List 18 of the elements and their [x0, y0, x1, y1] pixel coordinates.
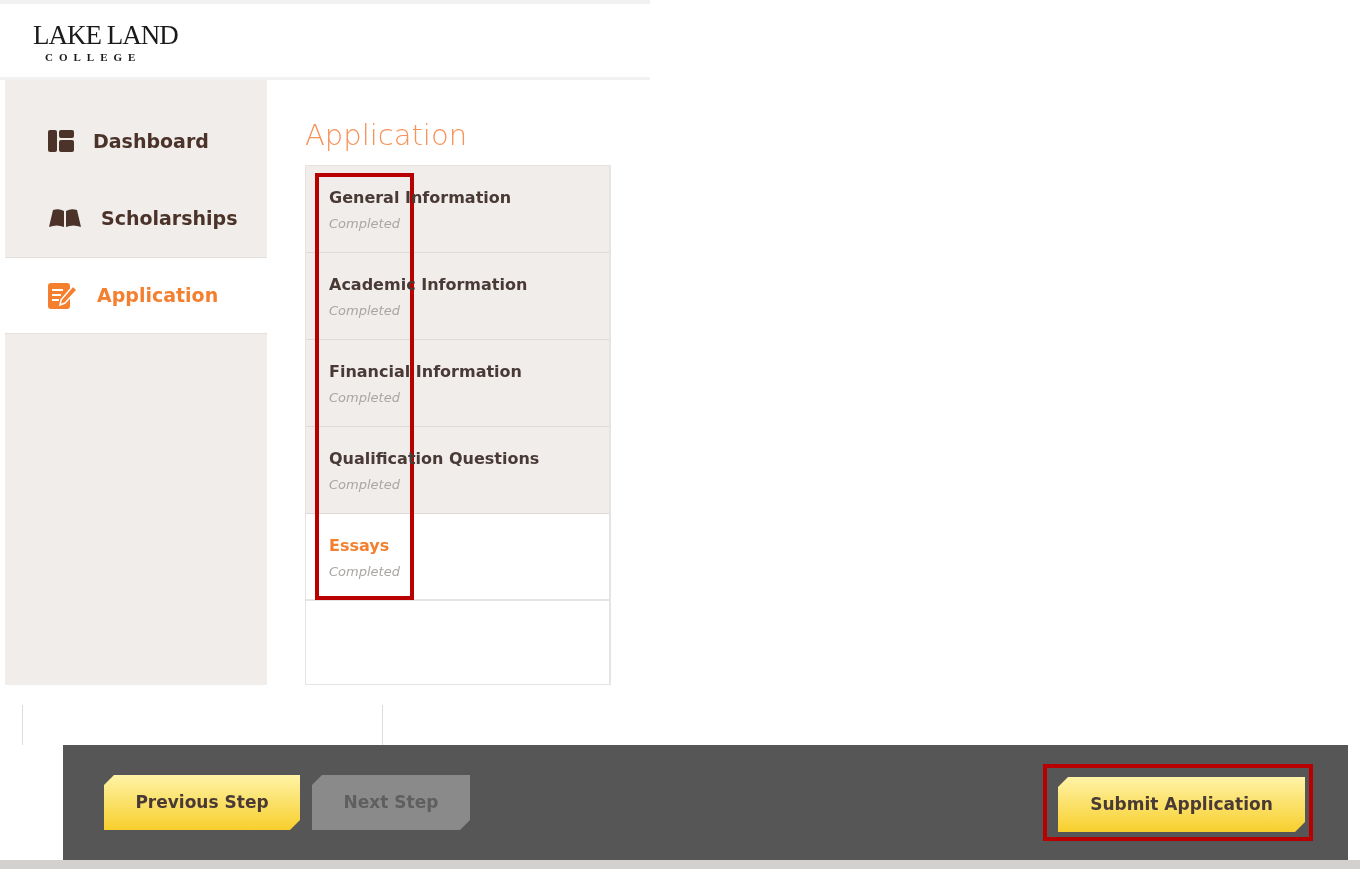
sidebar-item[interactable]: Dashboard — [5, 102, 267, 180]
step-status: Completed — [329, 302, 401, 320]
step-item[interactable]: Financial Information Completed — [306, 340, 609, 427]
step-status: Completed — [329, 389, 401, 407]
step-button[interactable]: Submit Application — [1058, 777, 1305, 832]
edit-icon — [47, 280, 79, 310]
step-button[interactable]: Previous Step — [104, 775, 300, 830]
step-title: Financial Information — [329, 361, 522, 383]
dashboard-icon — [47, 129, 75, 153]
page-heading: Application — [305, 116, 469, 154]
step-status: Completed — [329, 215, 401, 233]
step-status: Completed — [329, 476, 401, 494]
step-title: Essays — [329, 535, 390, 557]
logo-subtitle: COLLEGE — [44, 50, 143, 65]
step-status: Completed — [329, 563, 401, 581]
logo: LAKE LAND — [33, 22, 179, 49]
sidebar-item[interactable]: Scholarships — [5, 179, 267, 257]
book-icon — [47, 207, 83, 229]
